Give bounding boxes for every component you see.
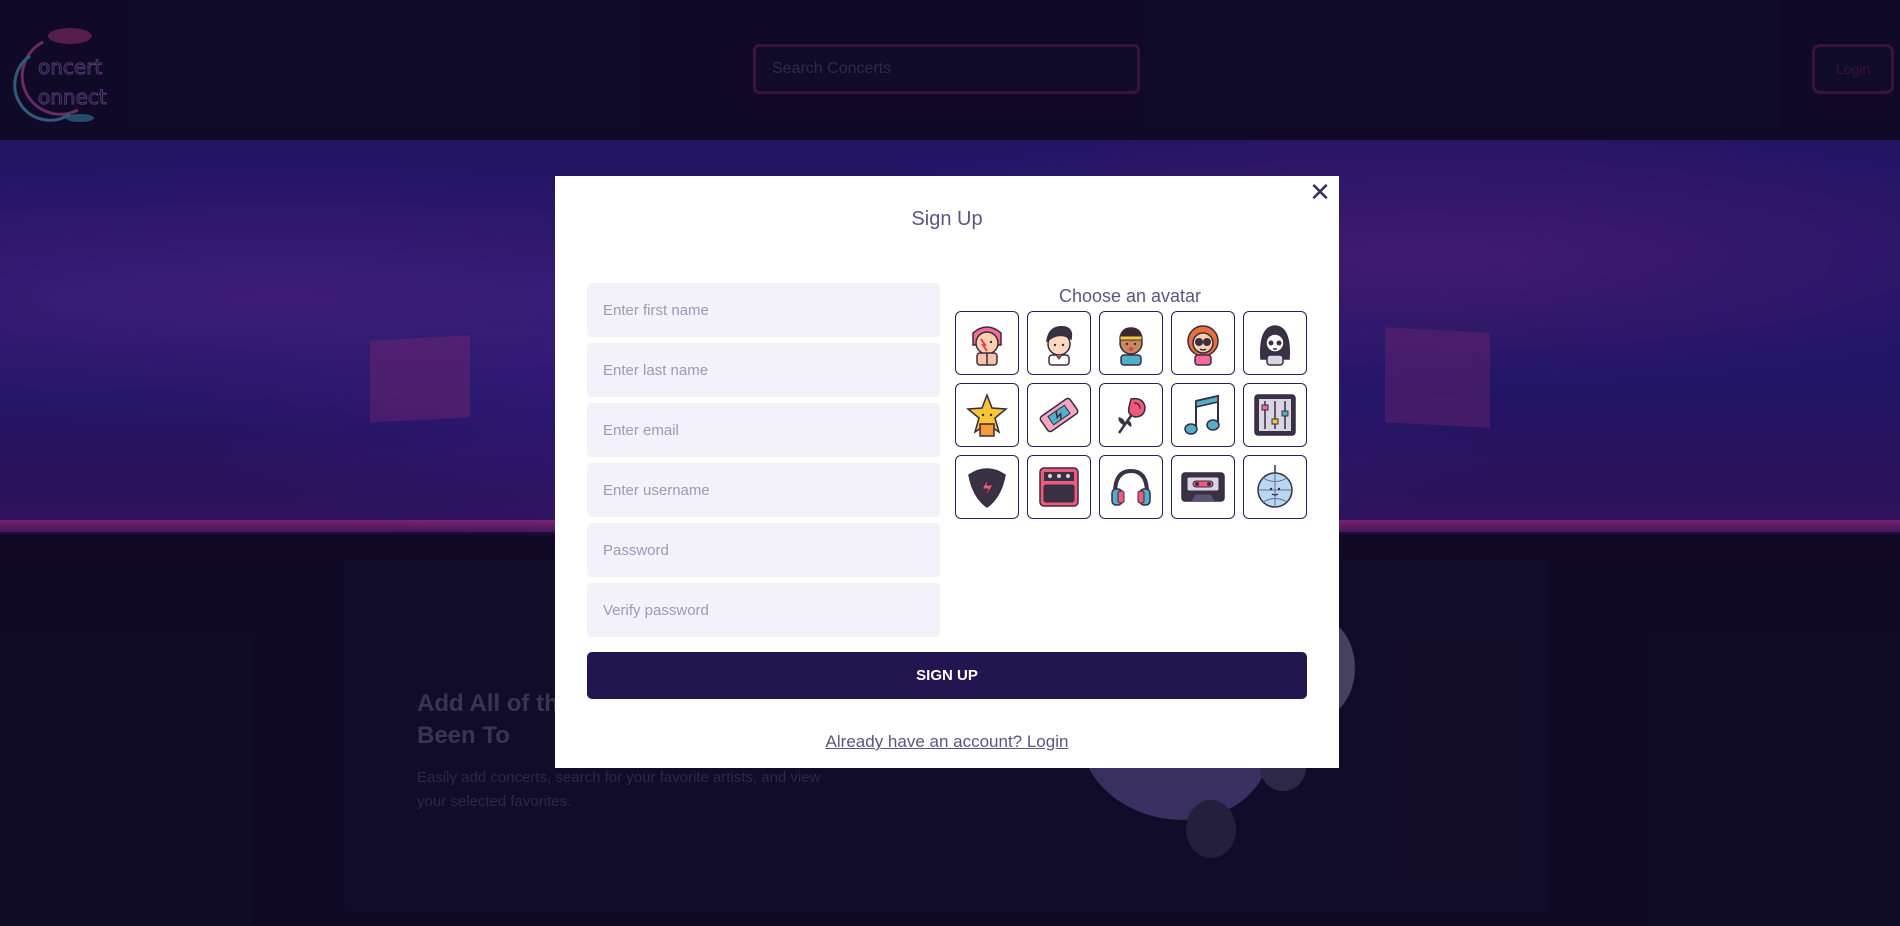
guitar-pick-icon xyxy=(968,468,1006,508)
modal-title: Sign Up xyxy=(911,208,983,230)
avatar-option[interactable] xyxy=(955,455,1019,519)
ticket-icon xyxy=(1039,397,1079,433)
login-link[interactable]: Already have an account? Login xyxy=(555,732,1339,752)
headband-singer-avatar-icon xyxy=(1119,327,1143,366)
glam-rocker-avatar-icon xyxy=(972,326,1002,366)
close-icon[interactable]: ✕ xyxy=(1309,178,1331,208)
headphones-icon xyxy=(1111,468,1151,506)
avatar-option[interactable] xyxy=(1171,311,1235,375)
avatar-option[interactable] xyxy=(955,311,1019,375)
rose-icon xyxy=(1117,397,1146,434)
first-name-input[interactable] xyxy=(587,283,940,337)
avatar-option[interactable] xyxy=(1171,383,1235,447)
avatar-option[interactable] xyxy=(1027,455,1091,519)
long-hair-rocker-avatar-icon xyxy=(1260,325,1290,366)
cassette-icon xyxy=(1181,472,1225,502)
amplifier-icon xyxy=(1039,467,1079,507)
avatar-option[interactable] xyxy=(1171,455,1235,519)
avatar-label: Choose an avatar xyxy=(1058,286,1202,306)
sunglasses-rocker-avatar-icon xyxy=(1187,325,1219,366)
avatar-option[interactable] xyxy=(955,383,1019,447)
verify-password-input[interactable] xyxy=(587,583,940,637)
disco-ball-icon xyxy=(1257,465,1293,508)
star-icon xyxy=(966,392,1008,437)
avatar-grid xyxy=(955,311,1309,519)
mixer-icon xyxy=(1254,394,1296,436)
avatar-option[interactable] xyxy=(1099,455,1163,519)
signup-modal: ✕ Sign Up Choose an avatar xyxy=(555,176,1339,768)
last-name-input[interactable] xyxy=(587,343,940,397)
avatar-option[interactable] xyxy=(1099,383,1163,447)
avatar-option[interactable] xyxy=(1099,311,1163,375)
email-input[interactable] xyxy=(587,403,940,457)
avatar-option[interactable] xyxy=(1027,383,1091,447)
password-input[interactable] xyxy=(587,523,940,577)
avatar-option[interactable] xyxy=(1243,383,1307,447)
pompadour-singer-avatar-icon xyxy=(1046,326,1073,366)
sign-up-button[interactable]: SIGN UP xyxy=(587,652,1307,699)
avatar-option[interactable] xyxy=(1243,311,1307,375)
avatar-option[interactable] xyxy=(1243,455,1307,519)
music-note-icon xyxy=(1184,394,1220,435)
username-input[interactable] xyxy=(587,463,940,517)
avatar-option[interactable] xyxy=(1027,311,1091,375)
